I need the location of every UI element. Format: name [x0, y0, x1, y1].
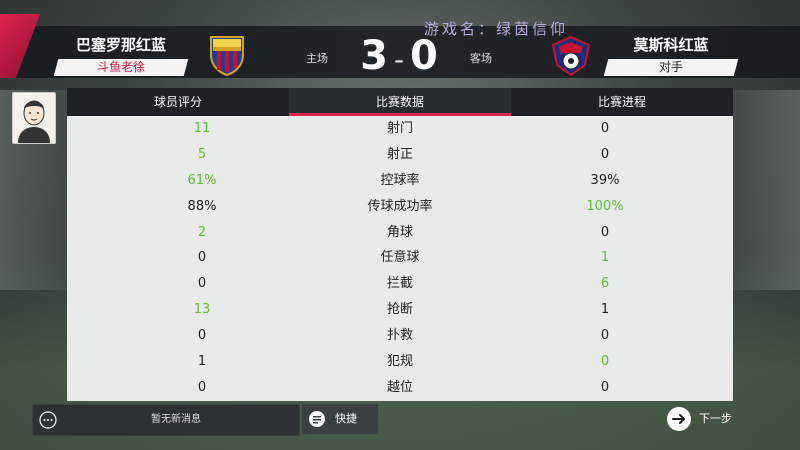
stat-row-possession: 61% 控球率 39% — [67, 168, 733, 194]
stat-row-offsides: 0 越位 0 — [67, 375, 733, 401]
away-team-name: 莫斯科红蓝 — [633, 36, 709, 54]
away-label: 客场 — [470, 52, 492, 65]
stat-row-corners: 2 角球 0 — [67, 220, 733, 246]
stat-row-saves: 0 扑救 0 — [67, 323, 733, 349]
away-stat-value: 1 — [600, 250, 610, 266]
stat-label: 传球成功率 — [367, 198, 433, 214]
away-team-tag: 对手 — [603, 59, 739, 76]
home-stat-value: 0 — [197, 276, 207, 292]
tab-player-ratings[interactable]: 球员评分 — [67, 88, 289, 116]
away-stat-value: 100% — [586, 198, 624, 214]
quick-chat-icon — [309, 411, 325, 427]
stat-label: 任意球 — [380, 250, 420, 266]
home-team-name: 巴塞罗那红蓝 — [75, 36, 166, 54]
home-stat-value: 0 — [197, 250, 207, 266]
message-text: 暂无新消息 — [151, 414, 201, 425]
stat-row-shots-on-target: 5 射正 0 — [67, 142, 733, 168]
stats-table: 11 射门 0 5 射正 0 61% 控球率 39% 88% 传球成功率 100… — [67, 116, 733, 401]
stat-label: 控球率 — [380, 172, 420, 188]
arrow-right-icon — [667, 407, 691, 431]
next-step-label: 下一步 — [699, 412, 732, 425]
stat-row-shots: 11 射门 0 — [67, 116, 733, 142]
home-stat-value: 0 — [197, 328, 207, 344]
stat-label: 拦截 — [386, 276, 413, 292]
stat-row-interceptions: 0 拦截 6 — [67, 271, 733, 297]
quick-chat-label: 快捷 — [335, 412, 357, 425]
away-stat-value: 39% — [590, 172, 620, 188]
match-stats-panel: 球员评分 比赛数据 比赛进程 11 射门 0 5 射正 0 61% 控球率 39… — [67, 88, 733, 401]
watermark: 游戏名：绿茵信仰 — [424, 20, 569, 38]
home-label: 主场 — [306, 52, 328, 65]
stat-label: 扑救 — [386, 328, 413, 344]
stat-row-fouls: 1 犯规 0 — [67, 349, 733, 375]
away-crest-icon — [551, 35, 591, 77]
away-team: 莫斯科红蓝 对手 — [603, 35, 739, 76]
stat-label: 犯规 — [386, 354, 413, 370]
chat-bubble-icon — [39, 411, 57, 429]
message-box[interactable]: 暂无新消息 — [32, 404, 300, 436]
stat-label: 射门 — [386, 121, 413, 136]
score-separator: - — [393, 43, 407, 76]
avatar[interactable] — [12, 92, 56, 144]
avatar-face-icon — [13, 93, 55, 143]
stat-row-free-kicks: 0 任意球 1 — [67, 245, 733, 271]
home-stat-value: 0 — [197, 379, 207, 395]
away-stat-value: 0 — [600, 379, 610, 395]
away-stat-value: 0 — [600, 224, 610, 240]
stat-label: 角球 — [386, 224, 413, 240]
home-score: 3 — [360, 33, 390, 79]
away-stat-value: 1 — [600, 302, 610, 318]
away-score: 0 — [410, 33, 440, 79]
stat-label: 越位 — [386, 379, 413, 395]
stat-label: 抢断 — [386, 302, 413, 318]
match-score: 3-0 — [360, 32, 440, 84]
home-stat-value: 11 — [193, 121, 211, 136]
away-stat-value: 0 — [600, 121, 610, 136]
home-stat-value: 5 — [197, 146, 207, 162]
next-step-button[interactable]: 下一步 — [666, 404, 756, 434]
stat-row-tackles: 13 抢断 1 — [67, 297, 733, 323]
home-team-tag: 斗鱼老徐 — [53, 59, 189, 76]
away-stat-value: 6 — [600, 276, 610, 292]
away-stat-value: 0 — [600, 328, 610, 344]
home-stat-value: 1 — [197, 354, 207, 370]
stat-row-pass-accuracy: 88% 传球成功率 100% — [67, 194, 733, 220]
home-crest-icon — [210, 36, 244, 77]
tab-bar: 球员评分 比赛数据 比赛进程 — [67, 88, 733, 116]
home-stat-value: 2 — [197, 224, 207, 240]
home-stat-value: 13 — [193, 302, 211, 318]
tab-match-stats[interactable]: 比赛数据 — [289, 88, 511, 116]
home-team: 巴塞罗那红蓝 斗鱼老徐 — [53, 35, 189, 76]
tab-match-progress[interactable]: 比赛进程 — [511, 88, 733, 116]
home-stat-value: 61% — [187, 172, 217, 188]
quick-chat-button[interactable]: 快捷 — [302, 404, 378, 434]
away-stat-value: 0 — [600, 146, 610, 162]
home-stat-value: 88% — [187, 198, 217, 214]
away-stat-value: 0 — [600, 354, 610, 370]
stat-label: 射正 — [386, 146, 413, 162]
